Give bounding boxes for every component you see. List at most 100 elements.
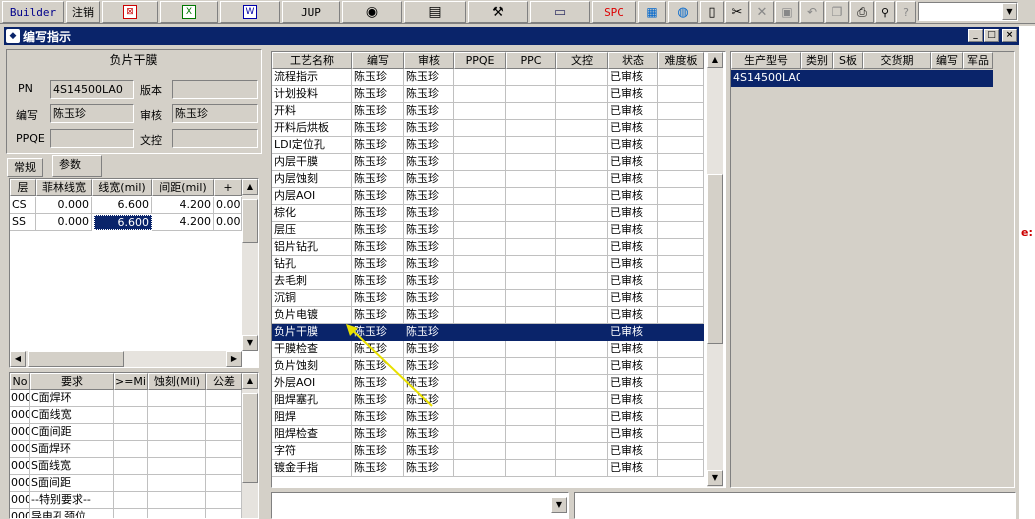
params-cell[interactable]: 4.200 [152,214,214,231]
process-cell[interactable] [556,154,608,171]
process-cell[interactable]: 陈玉珍 [404,273,454,290]
database-button[interactable]: ▤ [404,1,466,23]
process-cell[interactable] [658,171,704,188]
req-cell-requirement[interactable]: S面间距 [30,475,114,492]
process-cell[interactable] [556,358,608,375]
req-cell-no[interactable]: 000 [10,424,30,441]
req-header-etch[interactable]: 蚀刻(Mil) [148,373,206,390]
process-row[interactable]: 开料后烘板 陈玉珍 陈玉珍 已审核 [272,120,704,137]
process-header-1[interactable]: 编写 [352,52,404,69]
process-cell[interactable]: 已审核 [608,239,658,256]
scroll-thumb[interactable] [242,199,258,243]
process-cell[interactable]: 陈玉珍 [352,154,404,171]
process-cell[interactable]: 陈玉珍 [352,256,404,273]
process-cell[interactable] [658,154,704,171]
process-cell[interactable] [556,324,608,341]
params-cell[interactable]: 4.200 [152,197,214,214]
tab-params[interactable]: 参数 [52,155,102,177]
process-cell[interactable]: 陈玉珍 [352,239,404,256]
process-cell[interactable]: 已审核 [608,120,658,137]
process-cell[interactable] [506,239,556,256]
process-header-2[interactable]: 审核 [404,52,454,69]
process-cell[interactable] [506,460,556,477]
process-cell[interactable]: 陈玉珍 [352,86,404,103]
model-header-0[interactable]: 生产型号 [731,52,801,69]
process-cell[interactable] [454,86,506,103]
scroll-up-icon[interactable]: ▲ [242,373,258,389]
params-header-layer[interactable]: 层 [10,179,36,196]
process-cell[interactable]: 陈玉珍 [352,188,404,205]
process-cell[interactable] [454,409,506,426]
process-row[interactable]: 阻焊 陈玉珍 陈玉珍 已审核 [272,409,704,426]
process-cell[interactable] [556,103,608,120]
req-cell-no[interactable]: 000 [10,458,30,475]
tools-button[interactable]: ⚒ [468,1,528,23]
process-cell[interactable] [556,171,608,188]
process-cell[interactable]: 陈玉珍 [352,137,404,154]
spc-button[interactable]: SPC [592,1,636,23]
process-cell[interactable] [454,392,506,409]
process-cell[interactable]: 已审核 [608,86,658,103]
process-cell[interactable] [454,460,506,477]
process-row[interactable]: 层压 陈玉珍 陈玉珍 已审核 [272,222,704,239]
process-cell[interactable]: 陈玉珍 [404,137,454,154]
process-cell[interactable] [658,120,704,137]
process-cell[interactable]: 已审核 [608,69,658,86]
process-row[interactable]: 负片干膜 陈玉珍 陈玉珍 已审核 [272,324,704,341]
new-file-button[interactable]: ▯ [700,1,724,23]
model-header-1[interactable]: 类别 [801,52,833,69]
process-cell[interactable]: 内层蚀刻 [272,171,352,188]
process-cell[interactable] [506,120,556,137]
process-cell[interactable] [506,137,556,154]
process-cell[interactable]: 开料 [272,103,352,120]
process-cell[interactable]: 字符 [272,443,352,460]
process-cell[interactable]: 内层干膜 [272,154,352,171]
req-header-requirement[interactable]: 要求 [30,373,114,390]
process-cell[interactable] [658,239,704,256]
process-cell[interactable]: 已审核 [608,290,658,307]
author-field[interactable]: 陈玉珍 [50,104,134,123]
process-cell[interactable]: 棕化 [272,205,352,222]
reviewer-field[interactable]: 陈玉珍 [172,104,258,123]
req-cell[interactable] [206,390,242,407]
model-row-selected[interactable]: 4S14500LA0 [731,70,993,87]
process-row[interactable]: 干膜检查陈玉珍陈玉珍已审核 [272,341,704,358]
process-cell[interactable]: 铝片钻孔 [272,239,352,256]
calculator-button[interactable]: ▦ [638,1,666,23]
process-cell[interactable] [556,443,608,460]
maximize-button[interactable]: □ [984,29,999,42]
params-cell[interactable]: SS [10,214,36,231]
req-cell[interactable] [114,492,148,509]
process-cell[interactable] [506,392,556,409]
req-cell[interactable] [148,424,206,441]
undo-button[interactable]: ↶ [800,1,824,23]
pn-field[interactable]: 4S14500LA0 [50,80,134,99]
process-cell[interactable] [454,188,506,205]
process-cell[interactable] [658,375,704,392]
process-cell[interactable]: 已审核 [608,256,658,273]
process-row[interactable]: 流程指示 陈玉珍 陈玉珍 已审核 [272,69,704,86]
process-cell[interactable]: 陈玉珍 [352,120,404,137]
process-cell[interactable]: 陈玉珍 [404,290,454,307]
process-cell[interactable]: 已审核 [608,460,658,477]
process-cell[interactable] [506,341,556,358]
scroll-up-icon[interactable]: ▲ [242,179,258,195]
process-cell[interactable] [506,69,556,86]
scroll-left-icon[interactable]: ◀ [10,351,26,367]
monitor-button[interactable]: ▭ [530,1,590,23]
process-cell[interactable] [658,426,704,443]
close-button[interactable]: ✕ [750,1,774,23]
model-header-5[interactable]: 军品 [963,52,993,69]
process-cell[interactable]: 陈玉珍 [352,409,404,426]
process-cell[interactable] [506,426,556,443]
process-cell[interactable] [658,137,704,154]
process-cell[interactable] [658,290,704,307]
process-row[interactable]: 内层干膜 陈玉珍 陈玉珍 已审核 [272,154,704,171]
process-cell[interactable] [556,341,608,358]
memo-right[interactable] [574,492,1016,519]
pdf-button[interactable]: ⊠ [102,1,158,23]
cut-button[interactable]: ✂ [725,1,749,23]
help-button[interactable]: ? [896,1,916,23]
process-cell[interactable]: 陈玉珍 [352,443,404,460]
process-cell[interactable] [658,443,704,460]
